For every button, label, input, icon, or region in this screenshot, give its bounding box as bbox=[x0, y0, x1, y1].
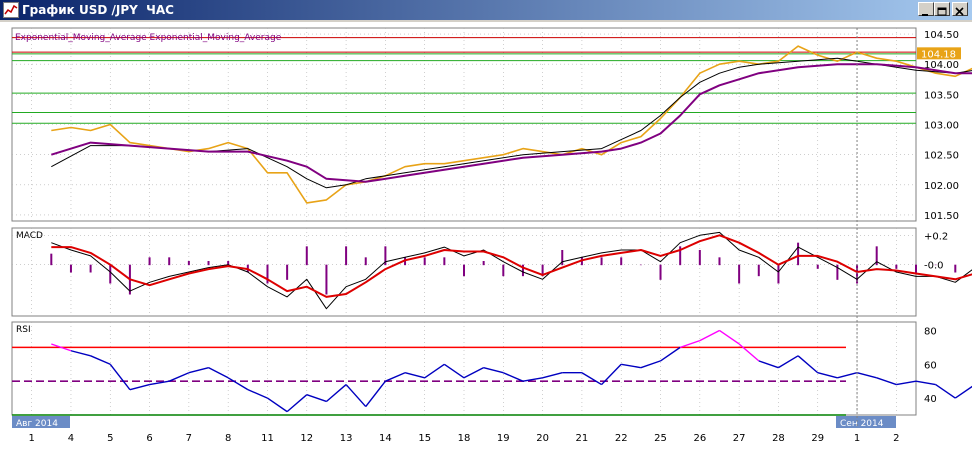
macd-tick-label: -0.0 bbox=[924, 261, 944, 272]
histogram-bar bbox=[168, 257, 171, 266]
rsi-tick-label: 60 bbox=[924, 360, 937, 371]
histogram-bar bbox=[934, 264, 937, 266]
histogram-bar bbox=[89, 264, 92, 273]
price-tick-label: 104.50 bbox=[924, 30, 959, 41]
x-tick-label: 4 bbox=[68, 433, 74, 444]
histogram-bar bbox=[69, 264, 72, 273]
x-tick-label: 6 bbox=[146, 433, 152, 444]
rsi-panel-frame bbox=[11, 321, 917, 416]
histogram-bar bbox=[915, 264, 917, 273]
x-tick-label: 25 bbox=[654, 433, 667, 444]
x-tick-label: 1 bbox=[854, 433, 860, 444]
price-tick-label: 102.00 bbox=[924, 181, 959, 192]
x-tick-label: 8 bbox=[225, 433, 231, 444]
maximize-icon bbox=[937, 7, 947, 16]
histogram-bar bbox=[659, 264, 662, 280]
x-tick-label: 5 bbox=[107, 433, 113, 444]
x-tick-label: 12 bbox=[300, 433, 313, 444]
histogram-bar bbox=[325, 264, 328, 295]
macd-tick-label: +0.2 bbox=[924, 231, 948, 242]
price-tick-label: 103.50 bbox=[924, 90, 959, 101]
price-tick-label: 101.50 bbox=[924, 211, 959, 222]
histogram-bar bbox=[482, 261, 485, 266]
x-tick-label: 26 bbox=[693, 433, 706, 444]
close-icon bbox=[955, 7, 964, 16]
histogram-bar bbox=[698, 250, 701, 266]
histogram-bar bbox=[50, 253, 53, 266]
x-tick-label: 27 bbox=[733, 433, 746, 444]
histogram-bar bbox=[286, 264, 289, 280]
title-bar[interactable]: График USD /JPY ЧАС bbox=[0, 0, 972, 20]
macd-label: MACD bbox=[16, 231, 43, 241]
close-button[interactable] bbox=[952, 2, 968, 16]
x-tick-label: 14 bbox=[379, 433, 392, 444]
x-tick-label: 28 bbox=[772, 433, 785, 444]
histogram-bar bbox=[600, 257, 603, 266]
histogram-bar bbox=[718, 257, 721, 266]
histogram-bar bbox=[463, 264, 465, 277]
window-title: График USD /JPY ЧАС bbox=[22, 3, 174, 17]
histogram-bar bbox=[757, 264, 760, 277]
x-tick-label: 21 bbox=[576, 433, 589, 444]
histogram-bar bbox=[364, 257, 367, 266]
histogram-bar bbox=[797, 242, 800, 266]
histogram-bar bbox=[895, 264, 898, 269]
month-start-label: Авг 2014 bbox=[16, 419, 58, 429]
chart-area[interactable]: 104.50 104.00 103.50 103.00 102.50 102.00 101.… bbox=[0, 22, 972, 461]
rsi-segment bbox=[915, 380, 936, 386]
chart-canvas[interactable]: 104.50104.00103.50103.00102.50102.00101.… bbox=[0, 22, 972, 461]
x-tick-label: 18 bbox=[458, 433, 471, 444]
minimize-icon bbox=[922, 14, 928, 16]
histogram-bar bbox=[502, 264, 505, 277]
histogram-bar bbox=[207, 261, 210, 266]
x-tick-label: 13 bbox=[340, 433, 353, 444]
rsi-tick-label: 80 bbox=[924, 326, 937, 337]
histogram-bar bbox=[777, 264, 780, 284]
histogram-bar bbox=[816, 264, 819, 269]
x-tick-label: 1 bbox=[28, 433, 34, 444]
x-tick-label: 29 bbox=[811, 433, 824, 444]
minimize-button[interactable] bbox=[918, 2, 934, 16]
maximize-button[interactable] bbox=[934, 2, 950, 16]
histogram-bar bbox=[148, 257, 151, 266]
rsi-label: RSI bbox=[16, 325, 31, 335]
histogram-bar bbox=[620, 257, 623, 266]
x-tick-label: 11 bbox=[261, 433, 274, 444]
x-tick-label: 7 bbox=[186, 433, 192, 444]
x-tick-label: 19 bbox=[497, 433, 510, 444]
histogram-bar bbox=[443, 257, 446, 266]
x-tick-label: 22 bbox=[615, 433, 628, 444]
rsi-segment bbox=[935, 383, 956, 399]
histogram-bar bbox=[738, 264, 741, 284]
rsi-tick-label: 40 bbox=[924, 394, 937, 405]
x-tick-label: 15 bbox=[418, 433, 431, 444]
month-end-label: Сен 2014 bbox=[840, 419, 884, 429]
x-tick-label: 2 bbox=[893, 433, 899, 444]
histogram-bar bbox=[187, 261, 190, 266]
price-tick-label: 102.50 bbox=[924, 151, 959, 162]
histogram-bar bbox=[109, 264, 112, 284]
histogram-bar bbox=[345, 246, 348, 266]
histogram-bar bbox=[639, 264, 642, 266]
rsi-segment bbox=[954, 385, 972, 399]
last-price-label: 104.18 bbox=[921, 49, 956, 60]
indicator-legend: Exponential_Moving_Average Exponential_M… bbox=[15, 33, 282, 43]
histogram-bar bbox=[954, 264, 957, 273]
histogram-bar bbox=[305, 246, 308, 266]
x-tick-label: 20 bbox=[536, 433, 549, 444]
price-tick-label: 103.00 bbox=[924, 121, 959, 132]
histogram-bar bbox=[423, 257, 426, 266]
chart-window-icon bbox=[3, 2, 19, 18]
